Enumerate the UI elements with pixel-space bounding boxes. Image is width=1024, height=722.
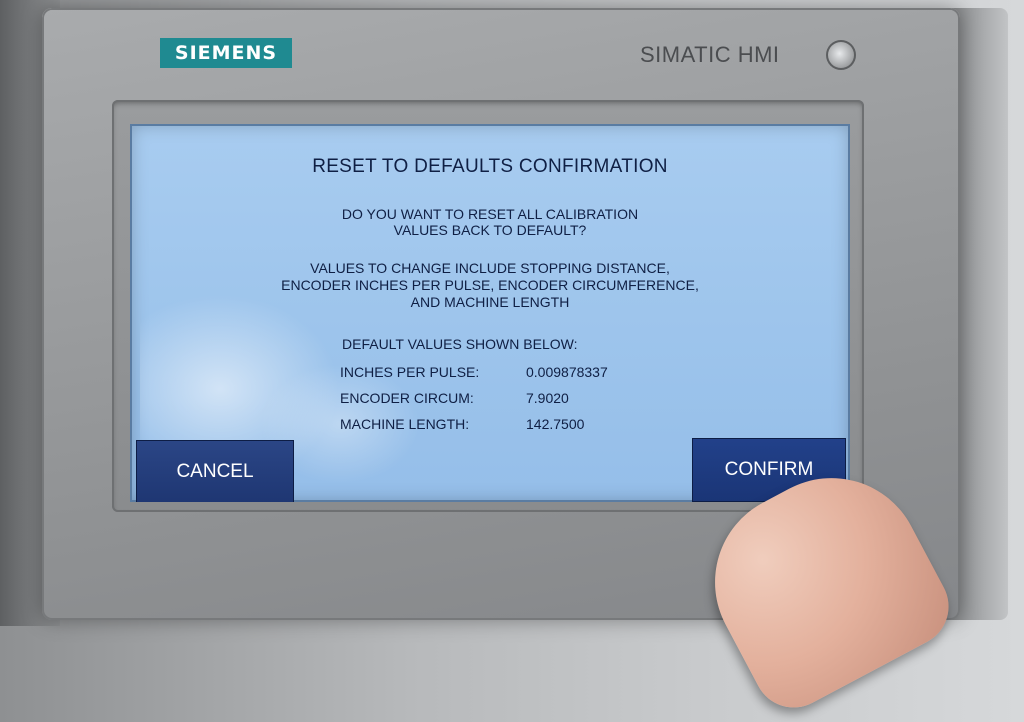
default-label: MACHINE LENGTH: (340, 416, 470, 432)
cancel-button[interactable]: CANCEL (136, 440, 294, 502)
status-led-icon (826, 40, 856, 70)
dialog-info: ENCODER INCHES PER PULSE, ENCODER CIRCUM… (281, 277, 699, 293)
dialog-info: AND MACHINE LENGTH (410, 294, 570, 310)
default-value: 7.9020 (526, 390, 569, 406)
dialog-question: DO YOU WANT TO RESET ALL CALIBRATION (341, 206, 639, 222)
default-row-machine-length: MACHINE LENGTH: 142.7500 (340, 416, 584, 432)
defaults-header: DEFAULT VALUES SHOWN BELOW: (342, 336, 578, 352)
dialog-question: VALUES BACK TO DEFAULT? (393, 222, 587, 238)
default-value: 142.7500 (526, 416, 585, 432)
dialog-title: RESET TO DEFAULTS CONFIRMATION (312, 156, 668, 177)
siemens-logo: SIEMENS (160, 38, 292, 68)
hmi-screen: RESET TO DEFAULTS CONFIRMATION DO YOU WA… (130, 124, 850, 502)
simatic-hmi-label: SIMATIC HMI (640, 42, 780, 67)
default-row-encoder-circum: ENCODER CIRCUM: 7.9020 (340, 390, 569, 406)
default-row-inches-per-pulse: INCHES PER PULSE: 0.009878337 (340, 364, 608, 380)
default-value: 0.009878337 (526, 364, 608, 380)
default-label: ENCODER CIRCUM: (340, 390, 474, 406)
dialog-info: VALUES TO CHANGE INCLUDE STOPPING DISTAN… (310, 260, 670, 276)
default-label: INCHES PER PULSE: (340, 364, 480, 380)
